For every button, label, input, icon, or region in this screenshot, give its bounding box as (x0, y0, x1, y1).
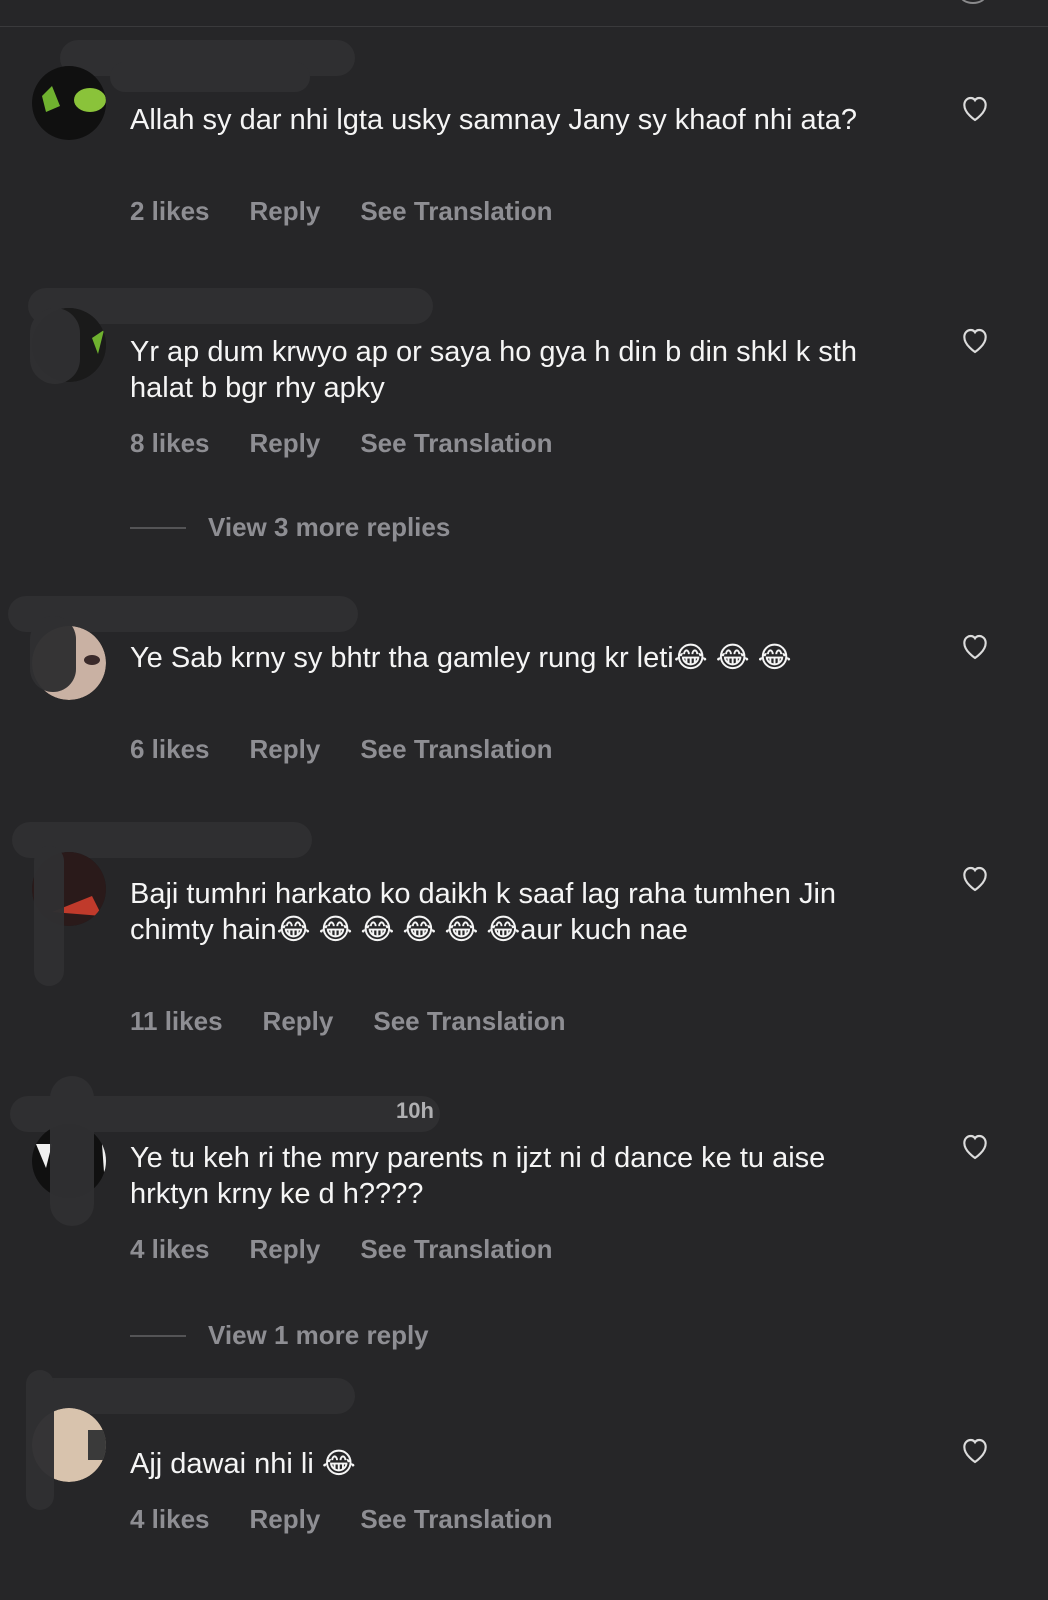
likes-count[interactable]: 4 likes (130, 1234, 210, 1264)
top-divider (0, 26, 1048, 27)
redacted-avatar (30, 308, 80, 384)
reply-button[interactable]: Reply (250, 196, 321, 226)
see-translation-button[interactable]: See Translation (360, 1504, 552, 1534)
replies-divider (130, 526, 186, 529)
comment-meta: 8 likes Reply See Translation (130, 428, 593, 459)
reply-button[interactable]: Reply (250, 734, 321, 764)
reply-button[interactable]: Reply (263, 1006, 334, 1036)
heart-icon[interactable] (958, 1434, 992, 1466)
view-replies-label: View 1 more reply (208, 1320, 429, 1350)
heart-icon[interactable] (958, 862, 992, 894)
replies-divider (130, 1334, 186, 1337)
redacted-avatar (50, 1076, 94, 1226)
view-replies-button[interactable]: View 1 more reply (130, 1320, 429, 1351)
heart-icon[interactable] (958, 92, 992, 124)
comment-timestamp: 10h (396, 1098, 434, 1123)
reply-button[interactable]: Reply (250, 1234, 321, 1264)
heart-icon[interactable] (958, 1130, 992, 1162)
heart-icon[interactable] (958, 324, 992, 356)
redacted-avatar (34, 846, 64, 986)
likes-count[interactable]: 8 likes (130, 428, 210, 458)
see-translation-button[interactable]: See Translation (360, 196, 552, 226)
comment-text: Baji tumhri harkato ko daikh k saaf lag … (130, 878, 845, 946)
view-replies-label: View 3 more replies (208, 512, 451, 542)
view-replies-button[interactable]: View 3 more replies (130, 512, 450, 543)
comment-meta: 4 likes Reply See Translation (130, 1234, 593, 1265)
comment-meta: 4 likes Reply See Translation (130, 1504, 593, 1535)
comment-meta: 6 likes Reply See Translation (130, 734, 593, 765)
top-icon-fragment (960, 0, 986, 4)
comment-text: Allah sy dar nhi lgta usky samnay Jany s… (130, 104, 857, 136)
reply-button[interactable]: Reply (250, 428, 321, 458)
redacted-avatar (26, 1370, 54, 1510)
see-translation-button[interactable]: See Translation (373, 1006, 565, 1036)
avatar[interactable] (32, 66, 106, 140)
comment-meta: 11 likes Reply See Translation (130, 1006, 606, 1037)
likes-count[interactable]: 2 likes (130, 196, 210, 226)
comment-text: Ajj dawai nhi li 😂 (130, 1448, 356, 1480)
redacted-avatar (30, 616, 76, 692)
likes-count[interactable]: 6 likes (130, 734, 210, 764)
redacted-username (110, 62, 310, 92)
likes-count[interactable]: 11 likes (130, 1006, 223, 1036)
see-translation-button[interactable]: See Translation (360, 428, 552, 458)
heart-icon[interactable] (958, 630, 992, 662)
comment-meta: 2 likes Reply See Translation (130, 196, 593, 227)
comment-text: Yr ap dum krwyo ap or saya ho gya h din … (130, 336, 866, 404)
reply-button[interactable]: Reply (250, 1504, 321, 1534)
likes-count[interactable]: 4 likes (130, 1504, 210, 1534)
comment-text: Ye Sab krny sy bhtr tha gamley rung kr l… (130, 642, 792, 674)
comment-text: Ye tu keh ri the mry parents n ijzt ni d… (130, 1142, 834, 1210)
see-translation-button[interactable]: See Translation (360, 1234, 552, 1264)
see-translation-button[interactable]: See Translation (360, 734, 552, 764)
